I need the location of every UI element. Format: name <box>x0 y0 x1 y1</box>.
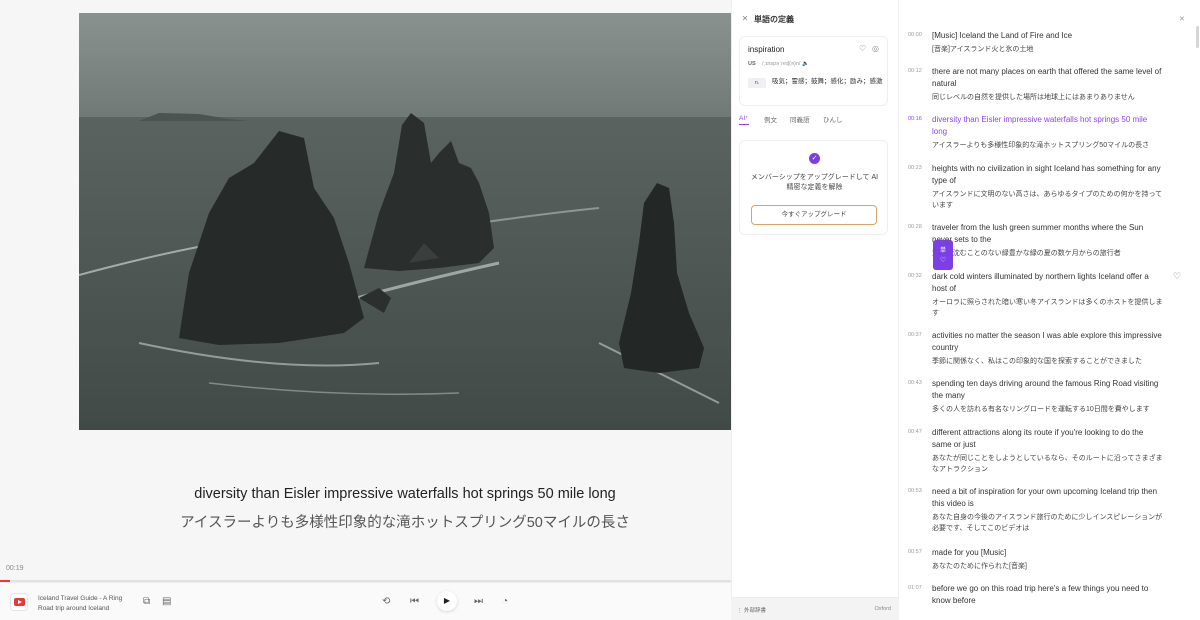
loop-icon[interactable]: ⟲ <box>382 595 390 609</box>
transcript-english[interactable]: heights with no civilization in sight Ic… <box>932 163 1164 187</box>
transcript-japanese[interactable]: オーロラに照らされた暗い寒い冬アイスランドは多くのホストを提供します <box>932 297 1168 319</box>
dictionary-title: 単語の定義 <box>754 15 794 24</box>
transcript-english[interactable]: there are not many places on earth that … <box>932 66 1164 90</box>
external-dictionary-link[interactable]: ⋮ 外部辞書 <box>737 606 766 614</box>
transcript-english[interactable]: [Music] Iceland the Land of Fire and Ice <box>932 30 1164 42</box>
timestamp[interactable]: 00:12 <box>908 68 922 74</box>
transcript-japanese[interactable]: 季節に関係なく、私はこの印象的な国を探索することができました <box>932 356 1168 367</box>
transcript-japanese[interactable]: あなたが同じことをしようとしているなら、そのルートに沿ってさまざまなアトラクショ… <box>932 453 1168 475</box>
timestamp[interactable]: 00:28 <box>908 224 922 230</box>
transcript-english[interactable]: before we go on this road trip here's a … <box>932 583 1164 607</box>
timestamp[interactable]: 00:47 <box>908 429 922 435</box>
transcript-japanese[interactable]: [音楽]アイスランド火と氷の土地 <box>932 44 1168 55</box>
player-control-bar: Iceland Travel Guide - A Ring Road trip … <box>0 582 731 620</box>
transcript-japanese[interactable]: アイスランドに文明のない高さは、あらゆるタイプのための何かを持っています <box>932 189 1168 211</box>
transcript-english[interactable]: spending ten days driving around the fam… <box>932 378 1164 402</box>
video-scene <box>79 13 731 430</box>
transcript-japanese[interactable]: 決して沈むことのない緑豊かな緑の夏の数ケ月からの旅行者 <box>932 248 1168 259</box>
tab-word-class[interactable]: ひんし <box>823 114 843 124</box>
transcript-japanese[interactable]: アイスラーよりも多様性印象的な滝ホットスプリング50マイルの長さ <box>932 140 1168 151</box>
timestamp[interactable]: 00:16 <box>908 116 922 122</box>
lookup-icon[interactable]: 単 <box>933 245 953 254</box>
part-of-speech: n. <box>748 78 766 88</box>
youtube-icon <box>10 593 28 611</box>
pip-icon[interactable]: ⧉ <box>143 595 150 609</box>
timestamp[interactable]: 00:53 <box>908 488 922 494</box>
definition: 吸気；霊感；鼓舞；感化；励み；感激 <box>772 78 883 85</box>
play-button[interactable]: ▶ <box>437 591 457 611</box>
transcript-row[interactable]: 00:32 dark cold winters illuminated by n… <box>899 271 1195 327</box>
app-window: diversity than Eisler impressive waterfa… <box>0 0 1200 620</box>
timestamp[interactable]: 00:00 <box>908 32 922 38</box>
transcript-row[interactable]: 00:57 made for you [Music] あなたのために作られた[音… <box>899 547 1195 577</box>
region-label: US <box>748 61 756 67</box>
previous-icon[interactable]: ⏮ <box>410 595 419 609</box>
scrollbar[interactable] <box>1196 26 1199 48</box>
transcript-row-active[interactable]: 00:16 diversity than Eisler impressive w… <box>899 114 1195 162</box>
close-icon[interactable]: ✕ <box>1179 15 1185 23</box>
upgrade-card: ✓ メンバーシップをアップグレードして AI 精密な定義を解除 今すぐアップグレ… <box>739 140 888 235</box>
transcript-english[interactable]: need a bit of inspiration for your own u… <box>932 486 1164 510</box>
timestamp[interactable]: 00:23 <box>908 165 922 171</box>
dictionary-source[interactable]: Oxford <box>874 606 891 612</box>
transcript-japanese[interactable]: 同じレベルの自然を提供した場所は地球上にはあまりありません <box>932 92 1168 103</box>
timestamp[interactable]: 01:07 <box>908 585 922 591</box>
transcript-english[interactable]: diversity than Eisler impressive waterfa… <box>932 114 1164 138</box>
headword: inspiration <box>748 45 785 54</box>
heart-icon[interactable]: ♡ <box>859 44 866 53</box>
transcript-row[interactable]: 00:00 [Music] Iceland the Land of Fire a… <box>899 30 1195 66</box>
timestamp[interactable]: 00:57 <box>908 549 922 555</box>
upgrade-button[interactable]: 今すぐアップグレード <box>751 205 877 225</box>
transcript-english[interactable]: activities no matter the season I was ab… <box>932 330 1164 354</box>
upgrade-text: メンバーシップをアップグレードして AI 精密な定義を解除 <box>750 174 879 191</box>
dictionary-footer: ⋮ 外部辞書 Oxford <box>731 597 899 620</box>
transcript-japanese[interactable]: あなた自身の今後のアイスランド旅行のために少しインスピレーションが必要です、そし… <box>932 512 1168 534</box>
transcript-row[interactable]: 00:23 heights with no civilization in si… <box>899 163 1195 221</box>
video-frame[interactable] <box>79 13 731 430</box>
track-title[interactable]: Iceland Travel Guide - A Ring Road trip … <box>38 594 138 614</box>
queue-icon[interactable]: ▤ <box>162 595 171 609</box>
transcript-row[interactable]: 00:47 different attractions along its ro… <box>899 427 1195 485</box>
timestamp[interactable]: 00:43 <box>908 380 922 386</box>
next-icon[interactable]: ⏭ <box>474 595 483 609</box>
subtitle-english[interactable]: diversity than Eisler impressive waterfa… <box>79 486 731 502</box>
transcript-row[interactable]: 00:53 need a bit of inspiration for your… <box>899 486 1195 544</box>
current-time: 00:19 <box>6 565 24 572</box>
speed-icon[interactable]: ◔ <box>502 595 508 609</box>
transcript-english[interactable]: made for you [Music] <box>932 547 1164 559</box>
timestamp[interactable]: 00:32 <box>908 273 922 279</box>
transcript-row[interactable]: 00:43 spending ten days driving around t… <box>899 378 1195 424</box>
dictionary-tabs: AI⁺ 例文 同義語 ひんし <box>739 114 889 128</box>
tab-synonyms[interactable]: 同義語 <box>790 114 810 124</box>
transcript-english[interactable]: dark cold winters illuminated by norther… <box>932 271 1164 295</box>
transcript-japanese[interactable]: 多くの人を訪れる有名なリングロードを運転する10日間を費やします <box>932 404 1168 415</box>
check-icon[interactable]: ◎ <box>872 44 879 53</box>
word-lookup-popup[interactable]: 単 ♡ <box>933 240 953 270</box>
transcript-row[interactable]: 00:37 activities no matter the season I … <box>899 330 1195 376</box>
close-icon[interactable]: ✕ <box>740 14 750 24</box>
subtitle-japanese[interactable]: アイスラーよりも多様性印象的な滝ホットスプリング50マイルの長さ <box>79 511 731 532</box>
transcript-row[interactable]: 00:12 there are not many places on earth… <box>899 66 1195 114</box>
tab-examples[interactable]: 例文 <box>764 114 777 124</box>
transcript-japanese[interactable]: あなたのために作られた[音楽] <box>932 561 1168 572</box>
verified-badge-icon: ✓ <box>809 153 820 164</box>
tab-ai[interactable]: AI⁺ <box>739 114 749 125</box>
pronunciation[interactable]: /ˌɪnspəˈreɪʃ(ə)n/ 🔈 <box>762 61 809 67</box>
transcript-row[interactable]: 01:07 before we go on this road trip her… <box>899 583 1195 613</box>
video-pane: diversity than Eisler impressive waterfa… <box>0 0 731 620</box>
transcript-english[interactable]: traveler from the lush green summer mont… <box>932 222 1164 246</box>
transcript-english[interactable]: different attractions along its route if… <box>932 427 1164 451</box>
word-card: inspiration ♡ ◎ US /ˌɪnspəˈreɪʃ(ə)n/ 🔈 n… <box>739 36 888 106</box>
heart-icon[interactable]: ♡ <box>1173 271 1181 282</box>
timestamp[interactable]: 00:37 <box>908 332 922 338</box>
heart-icon[interactable]: ♡ <box>933 256 953 264</box>
